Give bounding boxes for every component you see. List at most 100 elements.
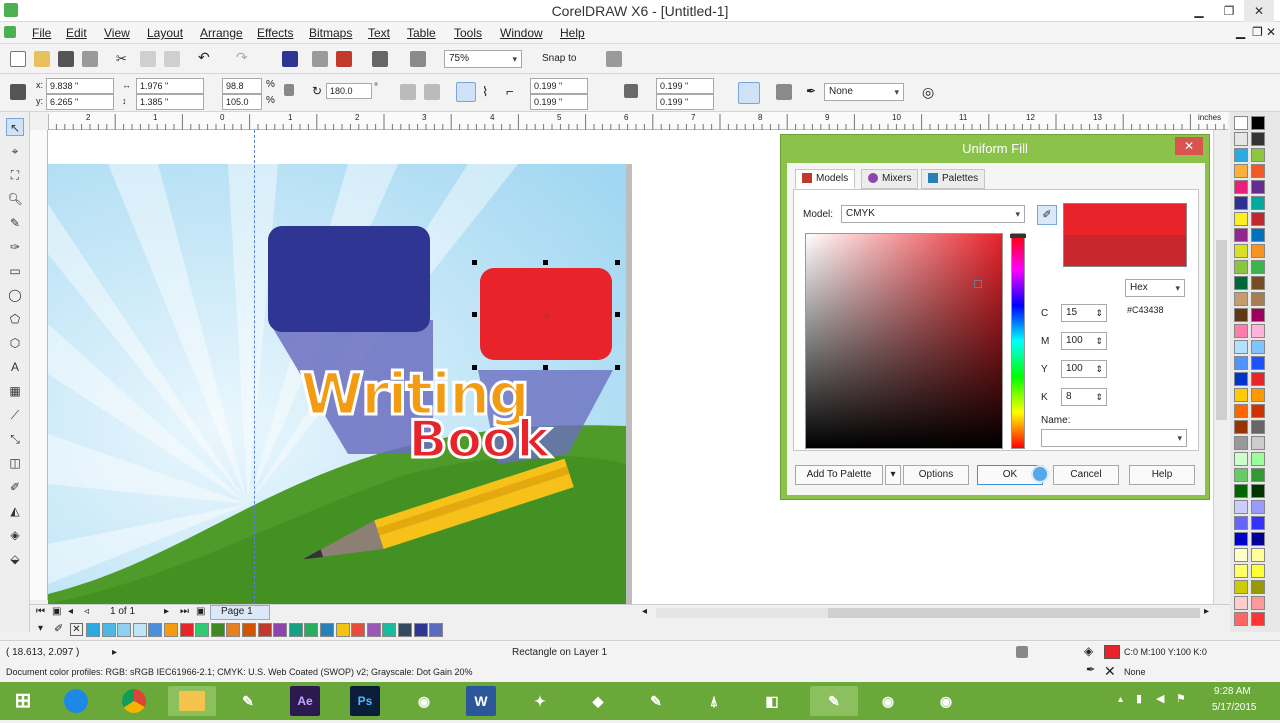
crop-tool-icon[interactable]: ⛶ xyxy=(6,166,24,184)
height-field[interactable]: 1.385 " xyxy=(136,94,204,110)
app-icon-6[interactable]: ⍋ xyxy=(694,686,734,716)
corner-top-left-field[interactable]: 0.199 " xyxy=(530,78,588,94)
palette-swatch[interactable] xyxy=(1234,500,1248,514)
palette-swatch[interactable] xyxy=(1251,260,1265,274)
document-icon[interactable] xyxy=(4,26,16,38)
outline-pen-icon[interactable]: ✒ xyxy=(806,84,822,100)
width-field[interactable]: 1.976 " xyxy=(136,78,204,94)
palette-swatch[interactable] xyxy=(1251,276,1265,290)
palette-swatch[interactable] xyxy=(1251,612,1265,626)
smart-fill-icon[interactable]: ✑ xyxy=(6,238,24,256)
document-palette-swatch[interactable] xyxy=(226,623,241,637)
palette-swatch[interactable] xyxy=(1234,164,1248,178)
palette-swatch[interactable] xyxy=(1234,276,1248,290)
document-palette-swatch[interactable] xyxy=(273,623,288,637)
vertical-ruler[interactable] xyxy=(30,130,48,600)
palette-swatch[interactable] xyxy=(1234,260,1248,274)
convert-to-curves-icon[interactable]: ◎ xyxy=(922,84,938,100)
palette-swatch[interactable] xyxy=(1251,516,1265,530)
palette-swatch[interactable] xyxy=(1234,564,1248,578)
document-palette-swatch[interactable] xyxy=(429,623,444,637)
cancel-button[interactable]: Cancel xyxy=(1053,465,1119,485)
model-dropdown[interactable]: CMYK xyxy=(841,205,1025,223)
shape-tool-icon[interactable]: ⌖ xyxy=(6,142,24,160)
artwork-page[interactable]: × Writing Book xyxy=(48,164,626,604)
horizontal-scroll-thumb[interactable] xyxy=(828,608,1200,618)
wrap-text-icon[interactable] xyxy=(776,84,792,100)
corner-top-right-field[interactable]: 0.199 " xyxy=(656,78,714,94)
palette-swatch[interactable] xyxy=(1234,212,1248,226)
palette-swatch[interactable] xyxy=(1234,148,1248,162)
palette-swatch[interactable] xyxy=(1251,484,1265,498)
paste-icon[interactable] xyxy=(164,51,180,67)
menu-window[interactable]: Window xyxy=(500,26,543,40)
m-spinner[interactable]: 100 xyxy=(1061,332,1107,350)
app-icon-7[interactable]: ◧ xyxy=(752,686,792,716)
zoom-dropdown[interactable]: 75% xyxy=(444,50,522,68)
mirror-vertical-icon[interactable] xyxy=(424,84,440,100)
palette-swatch[interactable] xyxy=(1251,420,1265,434)
palette-swatch[interactable] xyxy=(1251,244,1265,258)
palette-swatch[interactable] xyxy=(1251,596,1265,610)
document-palette-swatch[interactable] xyxy=(242,623,256,637)
document-palette-swatch[interactable] xyxy=(210,623,225,637)
document-palette-swatch[interactable] xyxy=(366,623,381,637)
palette-swatch[interactable] xyxy=(1251,452,1265,466)
tray-up-icon[interactable]: ▴ xyxy=(1118,694,1123,705)
palette-swatch[interactable] xyxy=(1251,212,1265,226)
app-icon-5[interactable]: ✎ xyxy=(636,686,676,716)
scale-y-field[interactable]: 105.0 xyxy=(222,94,262,110)
document-palette-swatch[interactable] xyxy=(320,623,334,637)
add-to-palette-dropdown[interactable]: ▾ xyxy=(885,465,901,485)
volume-icon[interactable]: ◀ xyxy=(1156,692,1164,705)
document-palette-swatch[interactable] xyxy=(398,623,412,637)
palette-swatch[interactable] xyxy=(1251,340,1265,354)
document-palette-swatch[interactable] xyxy=(257,623,272,637)
palette-swatch[interactable] xyxy=(1251,372,1265,386)
interactive-tool-icon[interactable]: ◫ xyxy=(6,454,24,472)
scroll-right-icon[interactable]: ▸ xyxy=(1204,606,1209,617)
palette-swatch[interactable] xyxy=(1251,292,1265,306)
basic-shapes-icon[interactable]: ⬡ xyxy=(6,334,24,352)
app-icon-9[interactable]: ◉ xyxy=(926,686,966,716)
after-effects-icon[interactable]: Ae xyxy=(290,686,320,716)
object-preset-icon[interactable] xyxy=(10,84,26,100)
palette-swatch[interactable] xyxy=(1251,468,1265,482)
document-palette-swatch[interactable] xyxy=(101,623,116,637)
polygon-tool-icon[interactable]: ⬠ xyxy=(6,310,24,328)
document-palette-swatch[interactable] xyxy=(132,623,147,637)
vertical-scroll-thumb[interactable] xyxy=(1216,240,1227,420)
mirror-horizontal-icon[interactable] xyxy=(400,84,416,100)
add-to-palette-button[interactable]: Add To Palette xyxy=(795,465,883,485)
document-palette-swatch[interactable] xyxy=(179,623,194,637)
document-palette-swatch[interactable] xyxy=(304,623,319,637)
app-icon-2[interactable]: ◉ xyxy=(404,686,444,716)
document-palette-swatch[interactable] xyxy=(413,623,428,637)
clock-date[interactable]: 5/17/2015 xyxy=(1212,702,1257,713)
cut-icon[interactable]: ✂ xyxy=(116,51,132,67)
palette-swatch[interactable] xyxy=(1251,356,1265,370)
palette-swatch[interactable] xyxy=(1251,436,1265,450)
horizontal-ruler[interactable]: 2 1 0 1 2 3 4 5 6 7 8 9 10 11 12 13 inch… xyxy=(48,112,1228,130)
y-position-field[interactable]: 6.265 " xyxy=(46,94,114,110)
palette-swatch[interactable] xyxy=(1251,148,1265,162)
document-palette-swatch[interactable] xyxy=(335,623,350,637)
app-icon-8[interactable]: ◉ xyxy=(868,686,908,716)
add-page-icon[interactable]: ▣ xyxy=(52,606,61,617)
minimize-button[interactable]: ▁ xyxy=(1184,0,1214,22)
palette-swatch[interactable] xyxy=(1251,164,1265,178)
palette-swatch[interactable] xyxy=(1234,340,1248,354)
menu-edit[interactable]: Edit xyxy=(66,26,87,40)
palette-swatch[interactable] xyxy=(1234,612,1248,626)
first-page-icon[interactable]: ⏮ xyxy=(36,606,45,617)
menu-table[interactable]: Table xyxy=(407,26,436,40)
hex-value[interactable]: #C43438 xyxy=(1127,305,1164,315)
scroll-left-icon[interactable]: ◂ xyxy=(642,606,647,617)
undo-icon[interactable]: ↶ xyxy=(198,49,214,65)
doc-minimize-icon[interactable]: ▁ xyxy=(1236,25,1245,39)
word-icon[interactable]: W xyxy=(466,686,496,716)
corner-bottom-right-field[interactable]: 0.199 " xyxy=(656,94,714,110)
palette-swatch[interactable] xyxy=(1251,324,1265,338)
name-field[interactable] xyxy=(1041,429,1187,447)
color-picker-marker[interactable] xyxy=(974,280,982,288)
